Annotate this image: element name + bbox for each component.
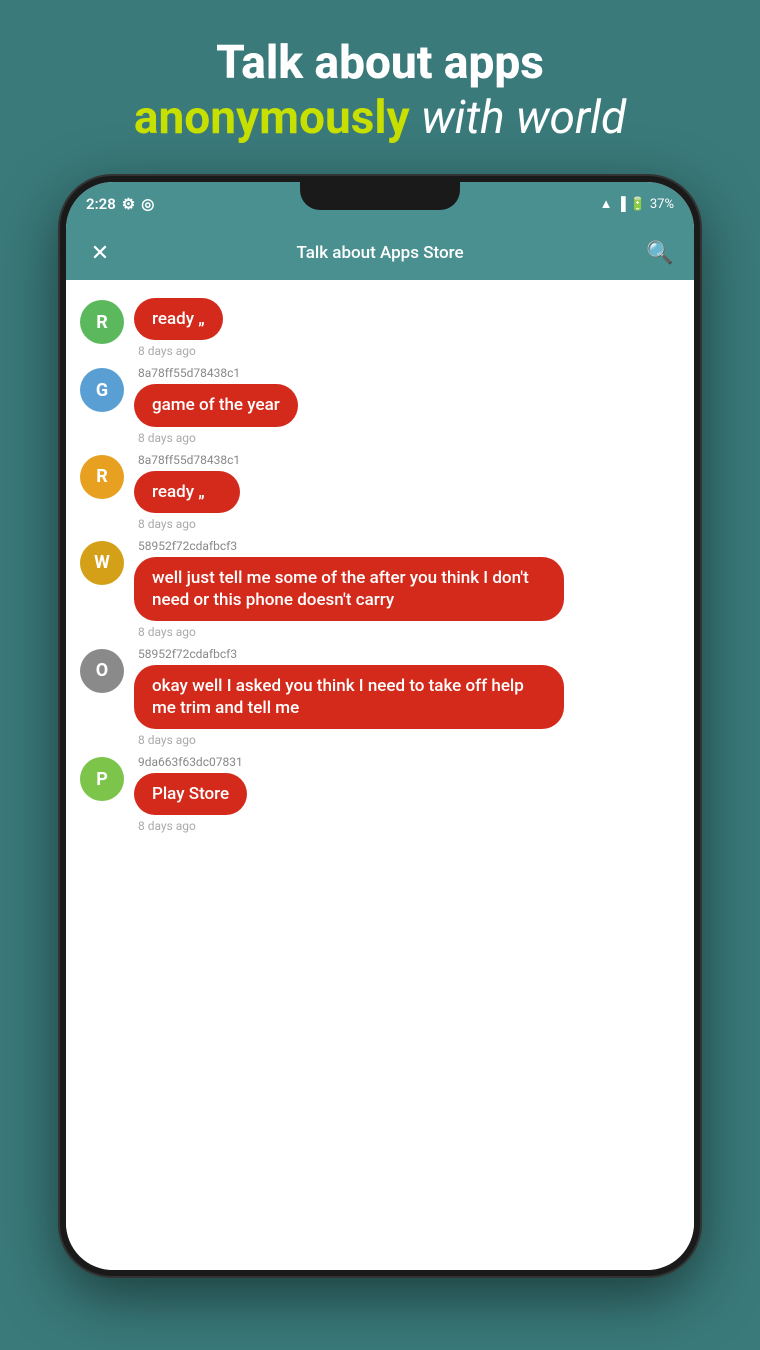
message-content: 58952f72cdafbcf3 well just tell me some o…: [134, 539, 564, 639]
user-id: 58952f72cdafbcf3: [138, 539, 564, 553]
message-bubble: Play Store: [134, 773, 247, 815]
avatar: R: [80, 455, 124, 499]
user-id: 9da663f63dc07831: [138, 755, 247, 769]
header-section: Talk about apps anonymously with world: [94, 36, 666, 146]
signal-bars: ▐: [616, 196, 625, 212]
time: 2:28: [86, 195, 116, 213]
chat-area: Rready „ 8 days ago G 8a78ff55d78438c1 game …: [66, 280, 694, 1270]
search-button[interactable]: 🔍: [642, 235, 678, 271]
message-timestamp: 8 days ago: [138, 431, 298, 445]
message-timestamp: 8 days ago: [138, 344, 223, 358]
phone-inner: 2:28 ⚙ ◎ ▲ ▐ 🔋 37% ✕ Talk about Apps Sto…: [66, 182, 694, 1270]
phone-frame: 2:28 ⚙ ◎ ▲ ▐ 🔋 37% ✕ Talk about Apps Sto…: [60, 176, 700, 1276]
avatar: O: [80, 649, 124, 693]
header-subtitle: anonymously with world: [134, 91, 626, 146]
message-bubble: well just tell me some of the after you …: [134, 557, 564, 621]
message-bubble: ready „: [134, 471, 240, 513]
header-world: with world: [421, 91, 626, 145]
close-button[interactable]: ✕: [82, 235, 118, 271]
header-anon: anonymously: [134, 91, 410, 145]
message-content: 58952f72cdafbcf3 okay well I asked you th…: [134, 647, 564, 747]
message-bubble: okay well I asked you think I need to ta…: [134, 665, 564, 729]
status-right: ▲ ▐ 🔋 37%: [600, 196, 674, 212]
battery-icon: 🔋: [630, 197, 646, 212]
avatar: W: [80, 541, 124, 585]
message-timestamp: 8 days ago: [138, 819, 247, 833]
chat-message: G 8a78ff55d78438c1 game of the year 8 days …: [80, 366, 680, 444]
avatar: P: [80, 757, 124, 801]
message-content: 8a78ff55d78438c1 ready „ 8 days ago: [134, 453, 240, 531]
chat-message: P 9da663f63dc07831 Play Store 8 days ago: [80, 755, 680, 833]
message-content: 9da663f63dc07831 Play Store 8 days ago: [134, 755, 247, 833]
signal-icon: ◎: [141, 195, 154, 213]
message-timestamp: 8 days ago: [138, 625, 564, 639]
message-timestamp: 8 days ago: [138, 733, 564, 747]
search-icon: 🔍: [646, 241, 673, 266]
user-id: 8a78ff55d78438c1: [138, 366, 298, 380]
chat-message: Rready „ 8 days ago: [80, 298, 680, 358]
chat-message: R 8a78ff55d78438c1 ready „ 8 days ago: [80, 453, 680, 531]
status-left: 2:28 ⚙ ◎: [86, 195, 154, 213]
message-content: ready „ 8 days ago: [134, 298, 223, 358]
header-title: Talk about apps: [134, 36, 626, 91]
notch: [300, 182, 460, 210]
battery-pct: 37%: [650, 197, 674, 212]
user-id: 8a78ff55d78438c1: [138, 453, 240, 467]
app-bar-title: Talk about Apps Store: [118, 243, 642, 263]
message-content: 8a78ff55d78438c1 game of the year 8 days a…: [134, 366, 298, 444]
chat-message: O 58952f72cdafbcf3 okay well I asked you t…: [80, 647, 680, 747]
close-icon: ✕: [91, 241, 109, 266]
status-bar: 2:28 ⚙ ◎ ▲ ▐ 🔋 37%: [66, 182, 694, 226]
message-bubble: game of the year: [134, 384, 298, 426]
avatar: R: [80, 300, 124, 344]
settings-icon: ⚙: [122, 195, 135, 213]
message-timestamp: 8 days ago: [138, 517, 240, 531]
avatar: G: [80, 368, 124, 412]
user-id: 58952f72cdafbcf3: [138, 647, 564, 661]
wifi-icon: ▲: [600, 196, 613, 212]
message-bubble: ready „: [134, 298, 223, 340]
app-bar: ✕ Talk about Apps Store 🔍: [66, 226, 694, 280]
chat-message: W 58952f72cdafbcf3 well just tell me some …: [80, 539, 680, 639]
